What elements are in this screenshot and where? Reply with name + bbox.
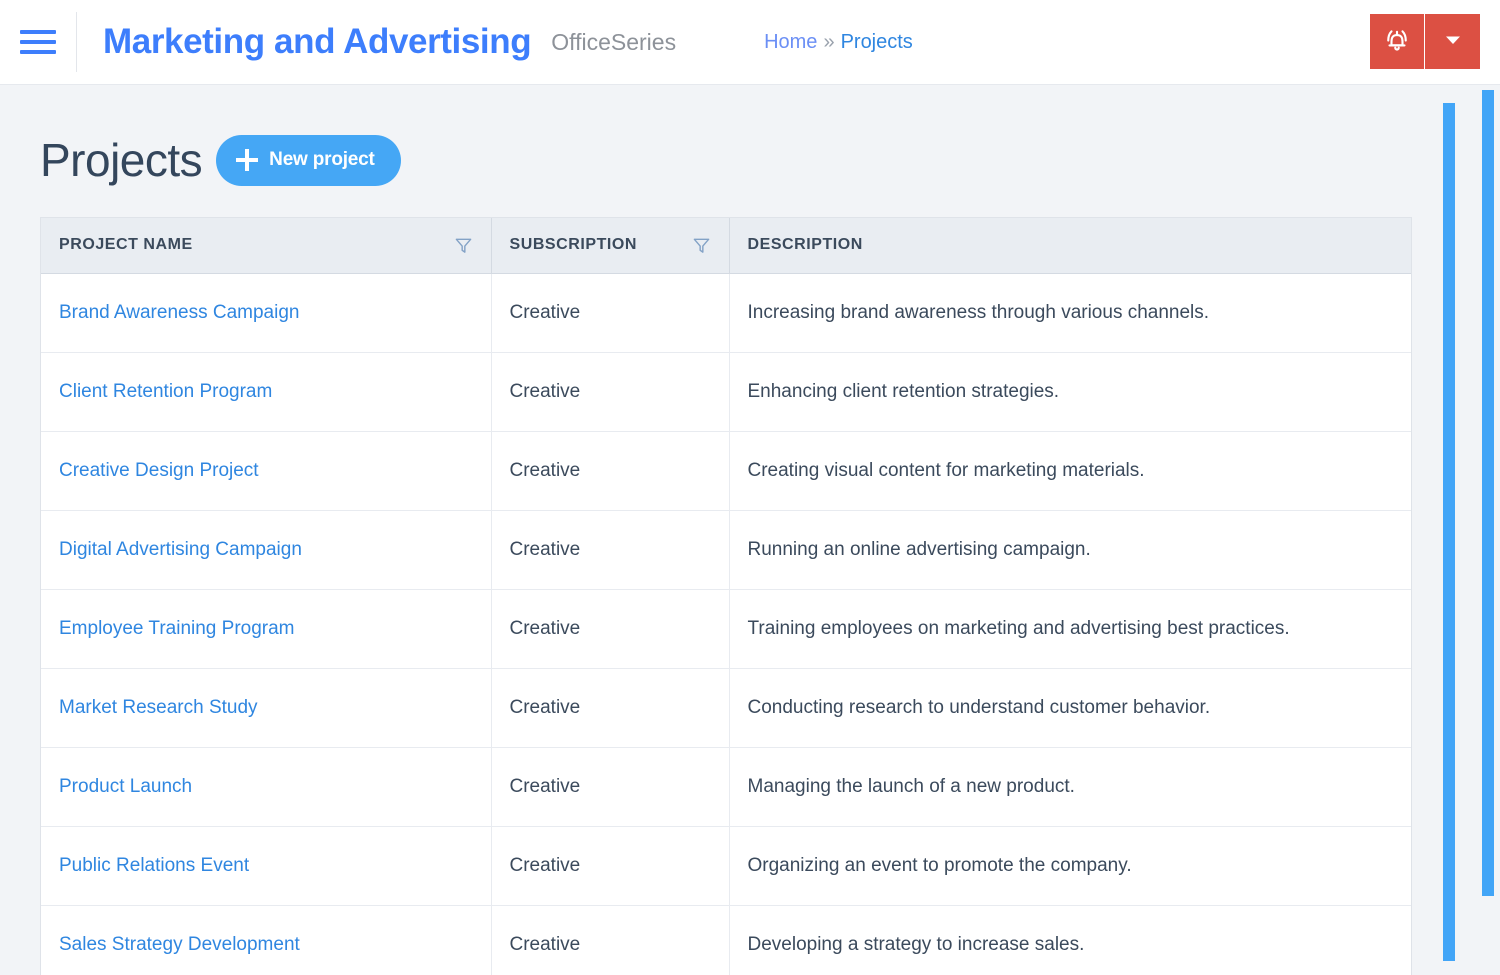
project-name-link[interactable]: Sales Strategy Development [59, 934, 300, 955]
table-header: PROJECT NAME SUBSCRIPTION [41, 218, 1411, 273]
cell-description: Creating visual content for marketing ma… [729, 431, 1411, 510]
page-content: Projects New project PROJECT NAME [0, 85, 1500, 975]
table-row[interactable]: Product Launch Creative Managing the lau… [41, 747, 1411, 826]
cell-subscription: Creative [491, 510, 729, 589]
table-row[interactable]: Brand Awareness Campaign Creative Increa… [41, 273, 1411, 352]
table-row[interactable]: Market Research Study Creative Conductin… [41, 668, 1411, 747]
cell-project-name: Employee Training Program [41, 589, 491, 668]
cell-description: Running an online advertising campaign. [729, 510, 1411, 589]
page-scrollbar-thumb[interactable] [1482, 90, 1494, 896]
project-name-link[interactable]: Digital Advertising Campaign [59, 539, 302, 560]
table-row[interactable]: Public Relations Event Creative Organizi… [41, 826, 1411, 905]
cell-project-name: Client Retention Program [41, 352, 491, 431]
cell-project-name: Brand Awareness Campaign [41, 273, 491, 352]
project-name-link[interactable]: Brand Awareness Campaign [59, 302, 299, 323]
breadcrumb-projects[interactable]: Projects [841, 31, 913, 54]
table-row[interactable]: Creative Design Project Creative Creatin… [41, 431, 1411, 510]
table-row[interactable]: Client Retention Program Creative Enhanc… [41, 352, 1411, 431]
chevron-down-icon [1443, 30, 1463, 53]
cell-subscription: Creative [491, 826, 729, 905]
cell-description: Managing the launch of a new product. [729, 747, 1411, 826]
page-header: Projects New project [40, 85, 1500, 217]
new-project-button-label: New project [269, 149, 375, 171]
new-project-button[interactable]: New project [216, 135, 401, 186]
cell-project-name: Digital Advertising Campaign [41, 510, 491, 589]
cell-project-name: Creative Design Project [41, 431, 491, 510]
column-header-label: SUBSCRIPTION [510, 236, 638, 254]
column-header-label: PROJECT NAME [59, 236, 193, 254]
breadcrumb-separator: » [821, 31, 836, 54]
notifications-button[interactable] [1370, 14, 1425, 69]
hamburger-menu-icon[interactable] [0, 0, 76, 85]
column-header-label: DESCRIPTION [748, 236, 863, 254]
plus-icon [236, 149, 258, 171]
hamburger-bar [20, 50, 56, 54]
cell-description: Organizing an event to promote the compa… [729, 826, 1411, 905]
project-name-link[interactable]: Product Launch [59, 776, 192, 797]
cell-description: Enhancing client retention strategies. [729, 352, 1411, 431]
column-header-project-name[interactable]: PROJECT NAME [41, 218, 491, 273]
cell-description: Training employees on marketing and adve… [729, 589, 1411, 668]
cell-subscription: Creative [491, 431, 729, 510]
cell-subscription: Creative [491, 589, 729, 668]
hamburger-bar [20, 30, 56, 34]
project-name-link[interactable]: Client Retention Program [59, 381, 272, 402]
table-body: Brand Awareness Campaign Creative Increa… [41, 273, 1411, 975]
hamburger-bar [20, 40, 56, 44]
table-header-row: PROJECT NAME SUBSCRIPTION [41, 218, 1411, 273]
cell-subscription: Creative [491, 352, 729, 431]
project-name-link[interactable]: Market Research Study [59, 697, 258, 718]
table-row[interactable]: Sales Strategy Development Creative Deve… [41, 905, 1411, 975]
cell-subscription: Creative [491, 747, 729, 826]
cell-project-name: Product Launch [41, 747, 491, 826]
column-header-subscription[interactable]: SUBSCRIPTION [491, 218, 729, 273]
table-row[interactable]: Digital Advertising Campaign Creative Ru… [41, 510, 1411, 589]
column-header-description[interactable]: DESCRIPTION [729, 218, 1411, 273]
cell-project-name: Sales Strategy Development [41, 905, 491, 975]
cell-description: Increasing brand awareness through vario… [729, 273, 1411, 352]
app-subtitle: OfficeSeries [551, 29, 676, 56]
project-name-link[interactable]: Employee Training Program [59, 618, 295, 639]
cell-description: Conducting research to understand custom… [729, 668, 1411, 747]
top-bar: Marketing and Advertising OfficeSeries H… [0, 0, 1500, 85]
topbar-divider [76, 12, 77, 72]
projects-table: PROJECT NAME SUBSCRIPTION [41, 218, 1411, 975]
cell-project-name: Market Research Study [41, 668, 491, 747]
project-name-link[interactable]: Creative Design Project [59, 460, 259, 481]
cell-project-name: Public Relations Event [41, 826, 491, 905]
breadcrumb: Home » Projects [764, 31, 913, 54]
topbar-actions [1370, 14, 1480, 69]
bell-alert-icon [1382, 25, 1412, 58]
app-title: Marketing and Advertising [103, 22, 531, 62]
table-row[interactable]: Employee Training Program Creative Train… [41, 589, 1411, 668]
projects-table-container: PROJECT NAME SUBSCRIPTION [40, 217, 1412, 975]
inner-scrollbar-thumb[interactable] [1443, 103, 1455, 961]
breadcrumb-home[interactable]: Home [764, 31, 817, 54]
cell-subscription: Creative [491, 273, 729, 352]
cell-subscription: Creative [491, 905, 729, 975]
project-name-link[interactable]: Public Relations Event [59, 855, 249, 876]
filter-funnel-icon[interactable] [692, 236, 711, 255]
cell-subscription: Creative [491, 668, 729, 747]
cell-description: Developing a strategy to increase sales. [729, 905, 1411, 975]
user-dropdown-button[interactable] [1425, 14, 1480, 69]
filter-funnel-icon[interactable] [454, 236, 473, 255]
page-title: Projects [40, 133, 202, 187]
